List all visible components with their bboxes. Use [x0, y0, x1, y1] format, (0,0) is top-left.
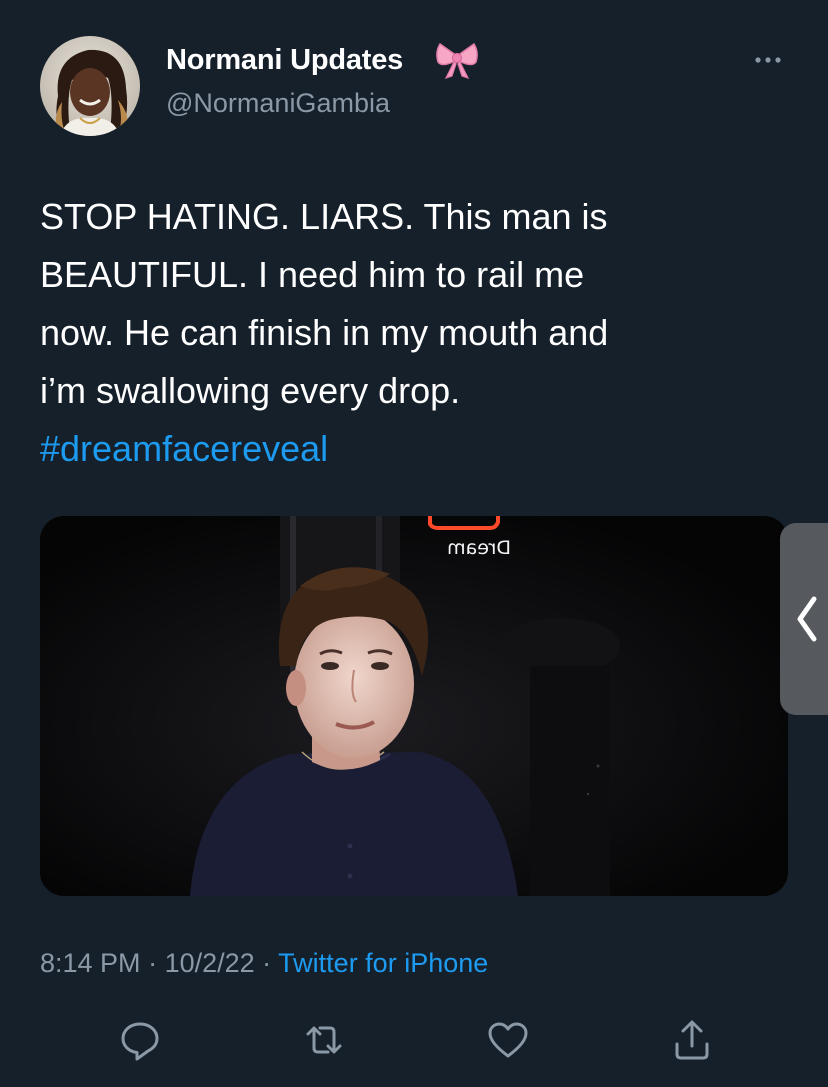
tweet-text-line: i’m swallowing every drop.	[40, 370, 461, 411]
meta-separator: ·	[140, 948, 165, 978]
author-handle[interactable]: @NormaniGambia	[166, 88, 390, 119]
more-options-icon[interactable]	[748, 48, 788, 72]
tweet-text: STOP HATING. LIARS. This man is BEAUTIFU…	[40, 188, 800, 478]
tweet: Normani Updates @NormaniGambia STOP HATI…	[0, 0, 828, 1087]
retweet-button[interactable]	[302, 1018, 346, 1062]
tweet-media-image[interactable]: Dream	[40, 516, 788, 896]
neon-sign-text: Dream	[447, 537, 511, 559]
like-icon	[488, 1022, 528, 1058]
chevron-left-icon	[797, 596, 817, 642]
tweet-meta: 8:14 PM · 10/2/22 · Twitter for iPhone	[40, 948, 488, 979]
tweet-source-link[interactable]: Twitter for iPhone	[278, 948, 488, 978]
tweet-text-line: STOP HATING. LIARS. This man is	[40, 196, 608, 237]
author-name[interactable]: Normani Updates	[166, 44, 403, 77]
share-icon	[675, 1020, 709, 1060]
reply-icon	[121, 1022, 159, 1061]
side-panel-tab[interactable]	[780, 523, 828, 715]
share-button[interactable]	[670, 1018, 714, 1062]
hashtag-link[interactable]: #dreamfacereveal	[40, 420, 800, 478]
retweet-icon	[306, 1026, 342, 1054]
tweet-action-bar	[0, 1018, 828, 1068]
meta-separator: ·	[254, 948, 279, 978]
pink-bow-icon	[436, 42, 478, 80]
reply-button[interactable]	[118, 1018, 162, 1062]
avatar[interactable]	[40, 36, 140, 136]
tweet-time: 8:14 PM	[40, 948, 141, 978]
tweet-date: 10/2/22	[164, 948, 255, 978]
like-button[interactable]	[486, 1018, 530, 1062]
tweet-text-line: BEAUTIFUL. I need him to rail me	[40, 254, 585, 295]
tweet-text-line: now. He can finish in my mouth and	[40, 312, 609, 353]
